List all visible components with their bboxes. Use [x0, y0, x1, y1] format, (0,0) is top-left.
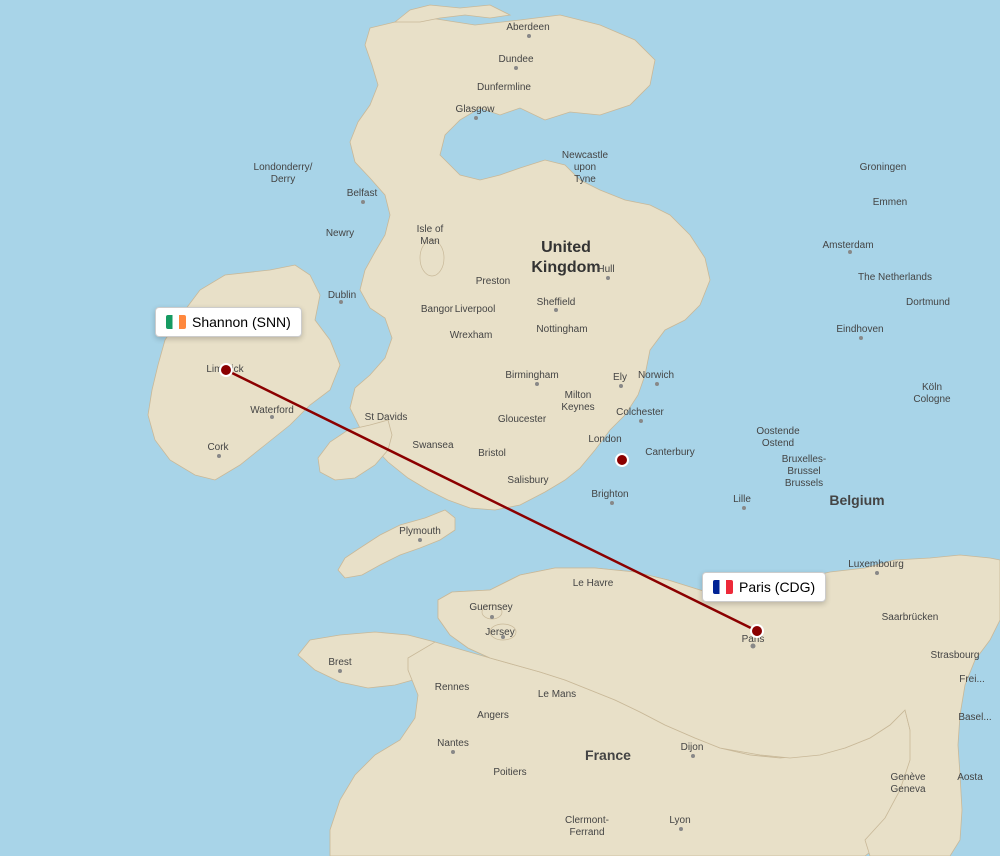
svg-text:Poitiers: Poitiers — [493, 767, 526, 778]
svg-text:Wrexham: Wrexham — [450, 330, 493, 341]
svg-text:Ferrand: Ferrand — [569, 827, 604, 838]
svg-text:Ostend: Ostend — [762, 438, 794, 449]
svg-text:Basel...: Basel... — [958, 712, 991, 723]
svg-text:Waterford: Waterford — [250, 405, 294, 416]
svg-text:Le Havre: Le Havre — [573, 578, 614, 589]
svg-text:Kingdom: Kingdom — [531, 259, 600, 276]
svg-text:Angers: Angers — [477, 710, 509, 721]
svg-text:Genève: Genève — [890, 772, 925, 783]
svg-text:Oostende: Oostende — [756, 426, 800, 437]
svg-text:Birmingham: Birmingham — [505, 370, 558, 381]
svg-text:Lille: Lille — [733, 494, 751, 505]
shannon-airport-name: Shannon (SNN) — [192, 314, 291, 330]
svg-text:Brussels: Brussels — [785, 478, 823, 489]
svg-text:Belfast: Belfast — [347, 188, 378, 199]
shannon-airport-label: Shannon (SNN) — [155, 307, 302, 337]
svg-text:Salisbury: Salisbury — [507, 475, 548, 486]
svg-text:Brighton: Brighton — [591, 489, 628, 500]
svg-text:United: United — [541, 239, 591, 256]
svg-text:Guernsey: Guernsey — [469, 602, 512, 613]
svg-text:Colchester: Colchester — [616, 407, 664, 418]
svg-text:London: London — [588, 434, 621, 445]
svg-text:Preston: Preston — [476, 276, 510, 287]
svg-text:Rennes: Rennes — [435, 682, 469, 693]
paris-airport-name: Paris (CDG) — [739, 579, 815, 595]
svg-text:Dundee: Dundee — [498, 54, 533, 65]
svg-text:Amsterdam: Amsterdam — [822, 240, 873, 251]
svg-text:Norwich: Norwich — [638, 370, 674, 381]
svg-text:Milton: Milton — [565, 390, 592, 401]
svg-text:Lyon: Lyon — [669, 815, 690, 826]
svg-text:Glasgow: Glasgow — [456, 104, 496, 115]
svg-text:France: France — [585, 747, 631, 763]
svg-text:Gloucester: Gloucester — [498, 414, 547, 425]
svg-text:Plymouth: Plymouth — [399, 526, 441, 537]
svg-text:Bristol: Bristol — [478, 448, 506, 459]
paris-airport-label: Paris (CDG) — [702, 572, 826, 602]
svg-text:Cork: Cork — [207, 442, 229, 453]
svg-text:Geneva: Geneva — [890, 784, 925, 795]
svg-text:Aosta: Aosta — [957, 772, 983, 783]
svg-text:Brest: Brest — [328, 657, 352, 668]
svg-text:Köln: Köln — [922, 382, 942, 393]
svg-text:Tyne: Tyne — [574, 174, 596, 185]
svg-text:The Netherlands: The Netherlands — [858, 272, 932, 283]
svg-text:Dunfermline: Dunfermline — [477, 82, 531, 93]
svg-text:Jersey: Jersey — [485, 627, 514, 638]
svg-text:Le Mans: Le Mans — [538, 689, 576, 700]
svg-text:Nottingham: Nottingham — [536, 324, 587, 335]
svg-text:Belgium: Belgium — [829, 492, 884, 508]
svg-text:Dijon: Dijon — [681, 742, 704, 753]
map-svg: Aberdeen Dundee Dunfermline Glasgow Lond… — [0, 0, 1000, 856]
svg-text:Strasbourg: Strasbourg — [931, 650, 980, 661]
svg-text:Newcastle: Newcastle — [562, 150, 609, 161]
svg-text:Groningen: Groningen — [860, 162, 907, 173]
ireland-flag-icon — [166, 315, 186, 329]
svg-text:Clermont-: Clermont- — [565, 815, 609, 826]
france-flag-icon — [713, 580, 733, 594]
svg-text:Sheffield: Sheffield — [537, 297, 576, 308]
svg-text:Liverpool: Liverpool — [455, 304, 496, 315]
svg-text:Aberdeen: Aberdeen — [506, 22, 549, 33]
map-container: Aberdeen Dundee Dunfermline Glasgow Lond… — [0, 0, 1000, 856]
svg-text:Derry: Derry — [271, 174, 295, 185]
svg-text:Frei...: Frei... — [959, 674, 985, 685]
svg-text:Cologne: Cologne — [913, 394, 951, 405]
svg-text:Keynes: Keynes — [561, 402, 594, 413]
svg-text:Bruxelles-: Bruxelles- — [782, 454, 826, 465]
svg-text:Newry: Newry — [326, 228, 354, 239]
svg-text:Luxembourg: Luxembourg — [848, 559, 904, 570]
svg-text:Dortmund: Dortmund — [906, 297, 950, 308]
svg-text:upon: upon — [574, 162, 596, 173]
svg-text:Londonderry/: Londonderry/ — [254, 162, 313, 173]
svg-text:Swansea: Swansea — [412, 440, 454, 451]
svg-text:Hull: Hull — [597, 264, 614, 275]
svg-text:Emmen: Emmen — [873, 197, 907, 208]
svg-text:Dublin: Dublin — [328, 290, 356, 301]
svg-text:Brussel: Brussel — [787, 466, 820, 477]
svg-text:St Davids: St Davids — [365, 412, 408, 423]
svg-text:Nantes: Nantes — [437, 738, 469, 749]
svg-text:Eindhoven: Eindhoven — [836, 324, 883, 335]
svg-text:Canterbury: Canterbury — [645, 447, 694, 458]
svg-text:Isle of: Isle of — [417, 224, 444, 235]
svg-text:Man: Man — [420, 236, 439, 247]
svg-text:Bangor: Bangor — [421, 304, 454, 315]
svg-text:Ely: Ely — [613, 372, 627, 383]
svg-text:Saarbrücken: Saarbrücken — [882, 612, 939, 623]
